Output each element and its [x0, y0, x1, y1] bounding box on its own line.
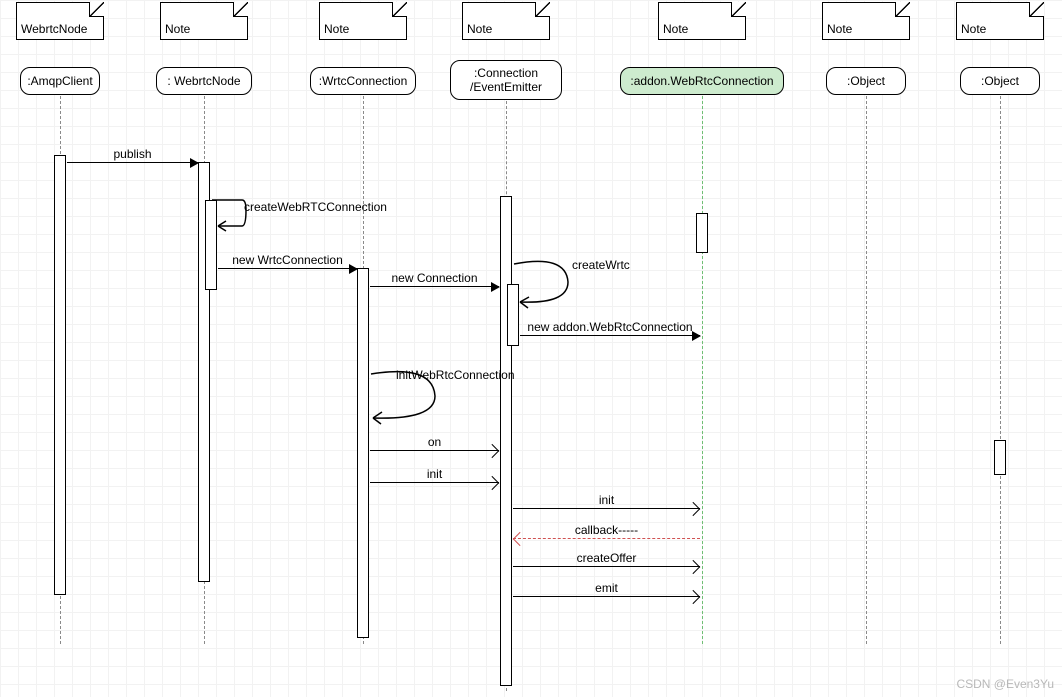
grid-bg: [0, 0, 1062, 697]
doc-label: Note: [467, 22, 492, 36]
doc-label: Note: [165, 22, 190, 36]
doc-fold-icon: [233, 2, 248, 17]
msg-label: init: [427, 467, 442, 481]
doc-label: Note: [827, 22, 852, 36]
msg-newConnection: new Connection: [370, 286, 499, 287]
msg-newAddon: new addon.WebRtcConnection: [520, 335, 700, 336]
msg-on: on: [370, 450, 499, 451]
box-label: :Object: [847, 74, 885, 88]
lifeline-p4: [702, 96, 703, 644]
box-p1: : WebrtcNode: [156, 67, 252, 95]
doc-label: Note: [961, 22, 986, 36]
doc-fold-icon: [89, 2, 104, 17]
box-p0: :AmqpClient: [20, 67, 100, 95]
msg-label: createWebRTCConnection: [244, 200, 387, 214]
msg-label: emit: [595, 581, 618, 595]
box-p3: :Connection /EventEmitter: [450, 60, 562, 100]
msg-label: new WrtcConnection: [232, 253, 343, 267]
box-p5: :Object: [826, 67, 906, 95]
msg-label: new Connection: [391, 271, 477, 285]
activation-p0: [54, 155, 66, 595]
msg-init2: init: [513, 508, 700, 509]
doc-label: Note: [663, 22, 688, 36]
doc-p0: WebrtcNode: [16, 2, 104, 40]
lifeline-p6: [1000, 96, 1001, 644]
msg-newWrtcConnection: new WrtcConnection: [218, 268, 357, 269]
doc-fold-icon: [1029, 2, 1044, 17]
arrow-right-icon: [491, 282, 500, 292]
watermark: CSDN @Even3Yu: [956, 677, 1054, 691]
self-createWebRTCConnection: [198, 196, 246, 236]
msg-createOffer: createOffer: [513, 566, 700, 567]
box-p6: :Object: [960, 67, 1040, 95]
msg-label: init: [599, 493, 614, 507]
lifeline-p5: [866, 96, 867, 644]
box-label: :addon.WebRtcConnection: [630, 74, 773, 88]
box-label: :Object: [981, 74, 1019, 88]
doc-label: WebrtcNode: [21, 22, 87, 36]
msg-label: publish: [113, 147, 151, 161]
doc-p6: Note: [956, 2, 1044, 40]
msg-label: initWebRtcConnection: [396, 368, 515, 382]
box-label: :Connection /EventEmitter: [470, 66, 542, 95]
self-createWrtc: [506, 258, 576, 308]
doc-fold-icon: [535, 2, 550, 17]
activation-p4: [696, 213, 708, 253]
msg-label: on: [428, 435, 441, 449]
msg-label: new addon.WebRtcConnection: [527, 320, 692, 334]
sequence-diagram: WebrtcNode :AmqpClient Note : WebrtcNode…: [0, 0, 1062, 697]
doc-fold-icon: [392, 2, 407, 17]
doc-p4: Note: [658, 2, 746, 40]
doc-p3: Note: [462, 2, 550, 40]
doc-label: Note: [324, 22, 349, 36]
doc-p1: Note: [160, 2, 248, 40]
arrow-right-icon: [190, 158, 199, 168]
msg-callback: callback-----: [513, 538, 700, 539]
doc-p2: Note: [319, 2, 407, 40]
msg-publish: publish: [67, 162, 198, 163]
box-label: :WrtcConnection: [319, 74, 407, 88]
box-p4: :addon.WebRtcConnection: [620, 67, 784, 95]
box-p2: :WrtcConnection: [310, 67, 416, 95]
activation-p2: [357, 268, 369, 638]
msg-label: callback-----: [575, 523, 638, 537]
activation-p6: [994, 440, 1006, 475]
msg-init: init: [370, 482, 499, 483]
doc-p5: Note: [822, 2, 910, 40]
doc-fold-icon: [731, 2, 746, 17]
box-label: : WebrtcNode: [167, 74, 240, 88]
arrow-right-icon: [349, 264, 358, 274]
box-label: :AmqpClient: [27, 74, 92, 88]
arrow-right-icon: [692, 331, 701, 341]
msg-emit: emit: [513, 596, 700, 597]
doc-fold-icon: [895, 2, 910, 17]
msg-label: createWrtc: [572, 258, 630, 272]
msg-label: createOffer: [577, 551, 637, 565]
